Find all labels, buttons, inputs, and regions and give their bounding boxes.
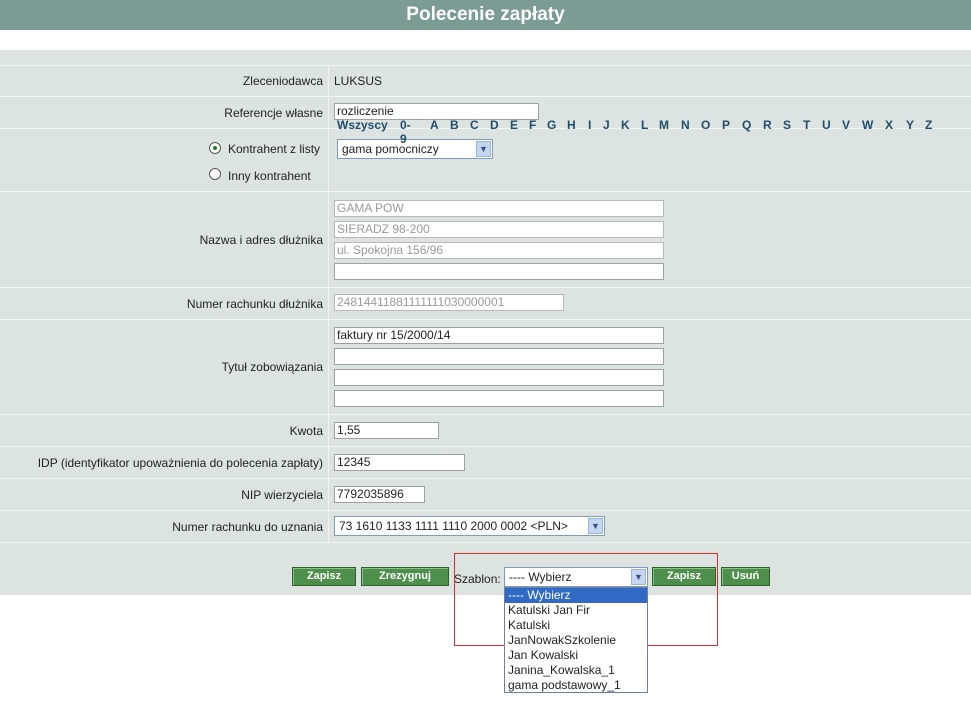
letter-filter-u[interactable]: U: [822, 118, 831, 132]
letter-filter-w[interactable]: W: [862, 118, 873, 132]
letter-filter-p[interactable]: P: [722, 118, 730, 132]
letter-filter-e[interactable]: E: [510, 118, 518, 132]
dluznik-line-3[interactable]: ul. Spokojna 156/96: [334, 242, 664, 259]
row-divider: [0, 96, 971, 97]
rachunek-dluznika-label: Numer rachunku dłużnika: [186, 297, 323, 311]
radio-inny-kontrahent[interactable]: [209, 168, 221, 180]
letter-filter-x[interactable]: X: [885, 118, 893, 132]
inny-kontrahent-label: Inny kontrahent: [228, 169, 311, 183]
referencje-label: Referencje własne: [224, 106, 323, 120]
letter-filter-0-9[interactable]: 0-9: [400, 118, 411, 146]
letter-filter-z[interactable]: Z: [925, 118, 932, 132]
row-divider: [0, 65, 971, 66]
kwota-input[interactable]: 1,55: [334, 422, 439, 439]
szablon-option[interactable]: Janina_Kowalska_1: [505, 663, 647, 678]
letter-filter-v[interactable]: V: [842, 118, 850, 132]
letter-filter-d[interactable]: D: [490, 118, 499, 132]
row-divider: [0, 542, 971, 543]
letter-filter-t[interactable]: T: [803, 118, 810, 132]
tytul-line-3[interactable]: [334, 369, 664, 386]
letter-filter-i[interactable]: I: [588, 118, 591, 132]
row-divider: [0, 510, 971, 511]
letter-filter-wszyscy[interactable]: Wszyscy: [337, 118, 388, 132]
tytul-label: Tytuł zobowiązania: [221, 360, 323, 374]
szablon-option[interactable]: Jan Kowalski: [505, 648, 647, 663]
idp-input[interactable]: 12345: [334, 454, 465, 471]
dluznik-line-1[interactable]: GAMA POW: [334, 200, 664, 217]
letter-filter-j[interactable]: J: [603, 118, 610, 132]
rachunek-uznania-value: 73 1610 1133 1111 1110 2000 0002 <PLN>: [339, 519, 568, 533]
chevron-down-icon: ▼: [476, 141, 491, 157]
szablon-dropdown-list: ---- Wybierz Katulski Jan Fir Katulski J…: [504, 587, 648, 693]
tytul-line-1[interactable]: faktury nr 15/2000/14: [334, 327, 664, 344]
rachunek-uznania-select[interactable]: 73 1610 1133 1111 1110 2000 0002 <PLN> ▼: [334, 516, 605, 536]
column-divider: [328, 65, 329, 542]
zleceniodawca-value: LUKSUS: [334, 74, 383, 88]
row-divider: [0, 191, 971, 192]
letter-filter-r[interactable]: R: [763, 118, 772, 132]
row-divider: [0, 414, 971, 415]
rachunek-uznania-label: Numer rachunku do uznania: [172, 520, 323, 534]
chevron-down-icon: ▼: [588, 518, 603, 534]
letter-filter-c[interactable]: C: [470, 118, 479, 132]
dluznik-line-4[interactable]: [334, 263, 664, 280]
szablon-option[interactable]: gama podstawowy_1: [505, 678, 647, 693]
rachunek-dluznika-input[interactable]: 24814411881111111030000001: [334, 294, 564, 311]
letter-filter-g[interactable]: G: [547, 118, 556, 132]
dluznik-label: Nazwa i adres dłużnika: [199, 233, 323, 247]
zrezygnuj-button[interactable]: Zrezygnuj: [361, 567, 449, 586]
letter-filter-k[interactable]: K: [621, 118, 630, 132]
letter-filter-l[interactable]: L: [641, 118, 648, 132]
nip-input[interactable]: 7792035896: [334, 486, 425, 503]
idp-label: IDP (identyfikator upoważnienia do polec…: [37, 456, 323, 470]
letter-filter-q[interactable]: Q: [742, 118, 751, 132]
szablon-option[interactable]: ---- Wybierz: [505, 588, 647, 603]
row-divider: [0, 319, 971, 320]
letter-filter-o[interactable]: O: [701, 118, 710, 132]
kwota-label: Kwota: [289, 424, 323, 438]
row-divider: [0, 446, 971, 447]
page-title: Polecenie zapłaty: [0, 0, 971, 30]
zleceniodawca-label: Zleceniodawca: [242, 74, 323, 88]
letter-filter-m[interactable]: M: [659, 118, 669, 132]
letter-filter-h[interactable]: H: [567, 118, 576, 132]
szablon-option[interactable]: Katulski Jan Fir: [505, 603, 647, 618]
szablon-option[interactable]: JanNowakSzkolenie: [505, 633, 647, 648]
tytul-line-2[interactable]: [334, 348, 664, 365]
letter-filter-y[interactable]: Y: [906, 118, 914, 132]
letter-filter-n[interactable]: N: [681, 118, 690, 132]
zapisz-button[interactable]: Zapisz: [292, 567, 356, 586]
letter-filter-s[interactable]: S: [783, 118, 791, 132]
kontrahent-select[interactable]: gama pomocniczy ▼: [337, 139, 493, 159]
radio-kontrahent-z-listy[interactable]: [209, 142, 221, 154]
row-divider: [0, 478, 971, 479]
usun-button[interactable]: Usuń: [721, 567, 770, 586]
szablon-option[interactable]: Katulski: [505, 618, 647, 633]
letter-filter-f[interactable]: F: [529, 118, 536, 132]
dluznik-line-2[interactable]: SIERADZ 98-200: [334, 221, 664, 238]
kontrahent-z-listy-label: Kontrahent z listy: [228, 142, 321, 156]
kontrahent-select-value: gama pomocniczy: [342, 142, 439, 156]
nip-label: NIP wierzyciela: [241, 488, 323, 502]
letter-filter-a[interactable]: A: [430, 118, 439, 132]
row-divider: [0, 287, 971, 288]
tytul-line-4[interactable]: [334, 390, 664, 407]
letter-filter-b[interactable]: B: [450, 118, 459, 132]
